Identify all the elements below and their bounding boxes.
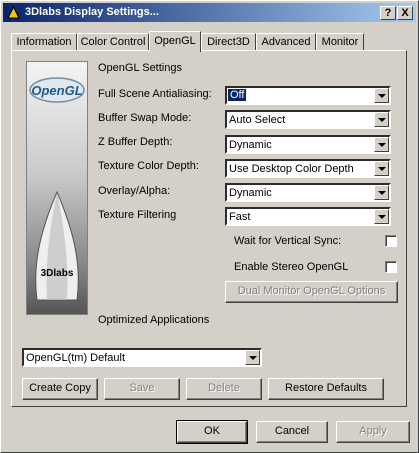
opengl-panel: OpenGL 3Dlabs OpenGL Settings Full Scene… bbox=[11, 50, 407, 407]
chevron-down-icon[interactable] bbox=[374, 185, 389, 200]
tab-color-control[interactable]: Color Control bbox=[77, 33, 149, 50]
z-buffer-select[interactable]: Dynamic bbox=[225, 135, 391, 154]
fsaa-select[interactable]: Off bbox=[225, 86, 391, 105]
fsaa-value: Off bbox=[228, 89, 247, 101]
tab-advanced[interactable]: Advanced bbox=[256, 33, 316, 50]
help-button[interactable]: ? bbox=[380, 6, 396, 20]
overlay-alpha-value: Dynamic bbox=[229, 187, 272, 199]
brand-text: 3Dlabs bbox=[41, 268, 74, 279]
chevron-down-icon[interactable] bbox=[374, 161, 389, 176]
label-texture-filtering: Texture Filtering bbox=[98, 209, 177, 221]
label-z-buffer: Z Buffer Depth: bbox=[98, 136, 173, 148]
title-bar: 3Dlabs Display Settings... ? X bbox=[3, 3, 416, 22]
tab-information[interactable]: Information bbox=[11, 33, 77, 50]
chevron-down-icon[interactable] bbox=[374, 88, 389, 103]
chevron-down-icon[interactable] bbox=[374, 112, 389, 127]
wait-vsync-checkbox[interactable] bbox=[385, 235, 397, 247]
window-title: 3Dlabs Display Settings... bbox=[25, 6, 159, 18]
z-buffer-value: Dynamic bbox=[229, 139, 272, 151]
opengl-logo-art: OpenGL 3Dlabs bbox=[29, 77, 85, 301]
texture-filtering-value: Fast bbox=[229, 211, 251, 223]
label-fsaa: Full Scene Antialiasing: bbox=[98, 88, 212, 100]
dialog-window: 3Dlabs Display Settings... ? X Informati… bbox=[0, 0, 419, 453]
opengl-logo-banner: OpenGL 3Dlabs bbox=[26, 61, 88, 315]
chevron-down-icon[interactable] bbox=[245, 350, 260, 365]
texture-filtering-select[interactable]: Fast bbox=[225, 207, 391, 226]
tab-direct3d[interactable]: Direct3D bbox=[201, 33, 256, 50]
dual-monitor-button[interactable]: Dual Monitor OpenGL Options bbox=[225, 281, 398, 303]
wait-vsync-label: Wait for Vertical Sync: bbox=[234, 235, 342, 247]
ok-button[interactable]: OK bbox=[176, 420, 248, 444]
app-icon bbox=[7, 6, 20, 19]
chevron-down-icon[interactable] bbox=[374, 137, 389, 152]
buffer-swap-select[interactable]: Auto Select bbox=[225, 110, 391, 129]
optimized-apps-title: Optimized Applications bbox=[98, 314, 210, 326]
stereo-checkbox[interactable] bbox=[385, 261, 397, 273]
chevron-down-icon[interactable] bbox=[374, 209, 389, 224]
overlay-alpha-select[interactable]: Dynamic bbox=[225, 183, 391, 202]
restore-defaults-button[interactable]: Restore Defaults bbox=[268, 378, 384, 400]
label-buffer-swap: Buffer Swap Mode: bbox=[98, 112, 192, 124]
texture-color-select[interactable]: Use Desktop Color Depth bbox=[225, 159, 391, 178]
stereo-label: Enable Stereo OpenGL bbox=[234, 261, 349, 273]
optimized-app-value: OpenGL(tm) Default bbox=[26, 352, 126, 364]
optimized-app-select[interactable]: OpenGL(tm) Default bbox=[22, 348, 262, 367]
texture-color-value: Use Desktop Color Depth bbox=[229, 163, 354, 175]
close-button[interactable]: X bbox=[397, 6, 413, 20]
opengl-logo-text: OpenGL bbox=[31, 83, 82, 98]
opengl-settings-title: OpenGL Settings bbox=[98, 62, 182, 74]
cancel-button[interactable]: Cancel bbox=[256, 421, 328, 443]
apply-button[interactable]: Apply bbox=[336, 421, 410, 443]
delete-button[interactable]: Delete bbox=[186, 378, 262, 400]
buffer-swap-value: Auto Select bbox=[229, 114, 286, 126]
label-overlay-alpha: Overlay/Alpha: bbox=[98, 185, 171, 197]
label-texture-color: Texture Color Depth: bbox=[98, 160, 199, 172]
save-button[interactable]: Save bbox=[104, 378, 180, 400]
tab-opengl[interactable]: OpenGL bbox=[149, 31, 201, 52]
tab-monitor[interactable]: Monitor bbox=[316, 33, 364, 50]
create-copy-button[interactable]: Create Copy bbox=[22, 378, 98, 400]
